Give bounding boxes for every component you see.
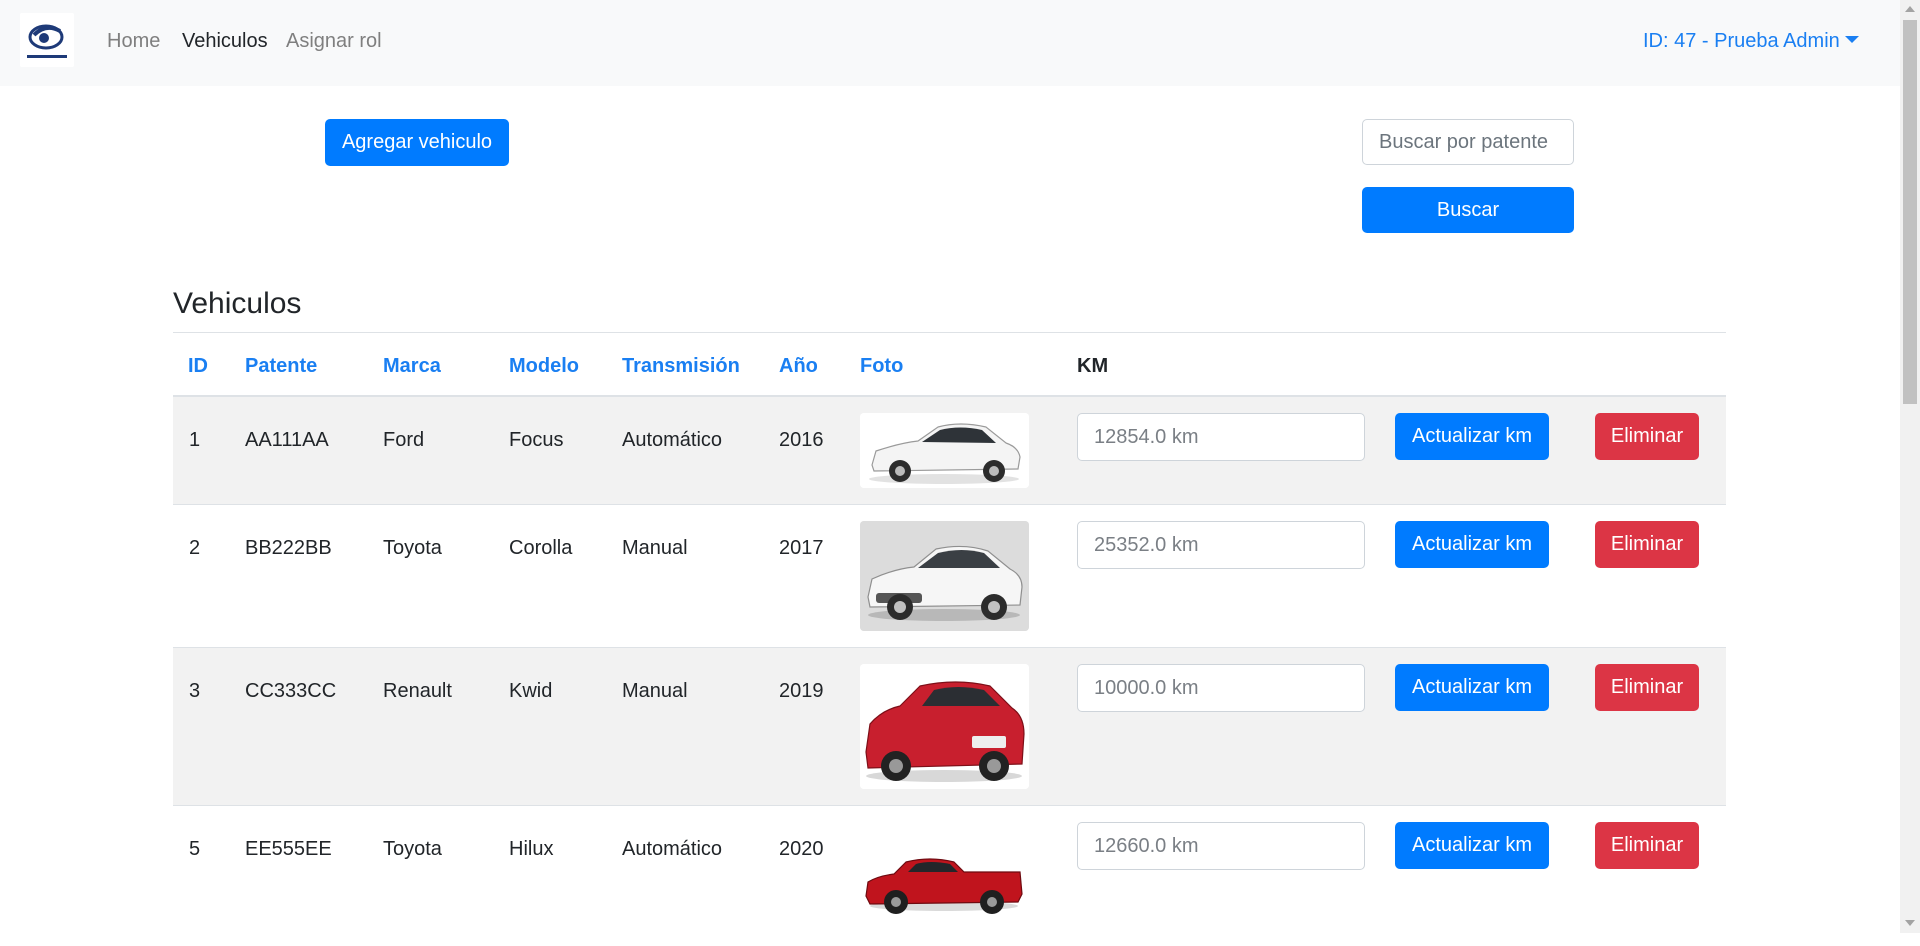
add-vehicle-button[interactable]: Agregar vehiculo	[325, 119, 509, 166]
update-km-button[interactable]: Actualizar km	[1395, 822, 1549, 869]
update-km-button[interactable]: Actualizar km	[1395, 413, 1549, 460]
cell-id: 2	[189, 537, 201, 559]
delete-button[interactable]: Eliminar	[1595, 521, 1699, 568]
car-photo	[860, 521, 1029, 631]
cell-transmision: Automático	[622, 838, 723, 860]
nav-asignar-rol[interactable]: Asignar rol	[286, 30, 382, 53]
vehicles-table: ID Patente Marca Modelo Transmisión Año …	[173, 332, 1726, 946]
brand-logo[interactable]	[20, 13, 74, 67]
cell-id: 1	[189, 429, 201, 451]
header-patente: Patente	[245, 355, 318, 377]
cell-id: 3	[189, 680, 201, 702]
km-input[interactable]	[1077, 521, 1365, 569]
car-photo	[860, 822, 1029, 932]
delete-button[interactable]: Eliminar	[1595, 822, 1699, 869]
cell-anio: 2016	[779, 429, 824, 451]
scroll-down-icon[interactable]	[1905, 920, 1915, 926]
table-header: ID Patente Marca Modelo Transmisión Año …	[173, 332, 1726, 397]
navbar: Home Vehiculos Asignar rol ID: 47 - Prue…	[0, 0, 1900, 86]
cell-patente: AA111AA	[245, 429, 329, 451]
cell-transmision: Manual	[622, 680, 688, 702]
cell-modelo: Corolla	[509, 537, 573, 559]
user-menu-dropdown[interactable]: ID: 47 - Prueba Admin	[1643, 30, 1859, 53]
cell-anio: 2019	[779, 680, 824, 702]
table-row: 3 CC333CC Renault Kwid Manual 2019 Actua…	[173, 648, 1726, 806]
nav-vehiculos[interactable]: Vehiculos	[182, 30, 268, 53]
cell-patente: EE555EE	[245, 838, 332, 860]
header-modelo: Modelo	[509, 355, 579, 377]
table-row: 1 AA111AA Ford Focus Automático 2016 Act…	[173, 397, 1726, 505]
scrollbar-thumb[interactable]	[1903, 20, 1917, 404]
search-plate-input[interactable]	[1362, 119, 1574, 165]
user-menu-label: ID: 47 - Prueba Admin	[1643, 30, 1840, 52]
update-km-button[interactable]: Actualizar km	[1395, 664, 1549, 711]
nav-home[interactable]: Home	[107, 30, 160, 53]
table-row: 2 BB222BB Toyota Corolla Manual 2017 Act…	[173, 505, 1726, 648]
cell-modelo: Hilux	[509, 838, 554, 860]
header-km: KM	[1077, 355, 1109, 377]
km-input[interactable]	[1077, 413, 1365, 461]
header-transmision: Transmisión	[622, 355, 740, 377]
cell-anio: 2020	[779, 838, 824, 860]
search-button[interactable]: Buscar	[1362, 187, 1574, 233]
header-anio: Año	[779, 355, 818, 377]
cell-anio: 2017	[779, 537, 824, 559]
cell-modelo: Kwid	[509, 680, 553, 702]
update-km-button[interactable]: Actualizar km	[1395, 521, 1549, 568]
cell-patente: CC333CC	[245, 680, 337, 702]
header-id: ID	[188, 355, 208, 377]
cell-transmision: Manual	[622, 537, 688, 559]
car-photo	[860, 413, 1029, 488]
delete-button[interactable]: Eliminar	[1595, 413, 1699, 460]
delete-button[interactable]: Eliminar	[1595, 664, 1699, 711]
caret-down-icon	[1844, 36, 1859, 43]
cell-id: 5	[189, 838, 201, 860]
header-foto: Foto	[860, 355, 904, 377]
cell-modelo: Focus	[509, 429, 564, 451]
cell-transmision: Automático	[622, 429, 723, 451]
table-row: 5 EE555EE Toyota Hilux Automático 2020 A…	[173, 806, 1726, 946]
km-input[interactable]	[1077, 664, 1365, 712]
cell-marca: Renault	[383, 680, 452, 702]
header-marca: Marca	[383, 355, 441, 377]
car-photo	[860, 664, 1029, 789]
cell-marca: Toyota	[383, 838, 442, 860]
cell-marca: Ford	[383, 429, 425, 451]
scroll-up-icon[interactable]	[1905, 6, 1915, 12]
cell-marca: Toyota	[383, 537, 442, 559]
page-scrollbar[interactable]	[1900, 0, 1920, 933]
page-title: Vehiculos	[173, 287, 302, 320]
km-input[interactable]	[1077, 822, 1365, 870]
cell-patente: BB222BB	[245, 537, 332, 559]
